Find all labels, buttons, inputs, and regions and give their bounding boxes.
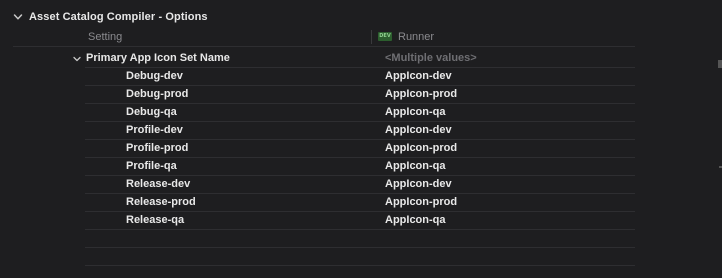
- config-value[interactable]: AppIcon-dev: [385, 124, 452, 136]
- config-name: Release-dev: [126, 178, 191, 190]
- config-row[interactable]: Debug-dev AppIcon-dev: [85, 68, 635, 86]
- column-header-setting[interactable]: Setting: [88, 31, 122, 43]
- config-row[interactable]: Profile-prod AppIcon-prod: [85, 140, 635, 158]
- config-name: Debug-dev: [126, 70, 183, 82]
- setting-row-primary-app-icon[interactable]: Primary App Icon Set Name <Multiple valu…: [73, 50, 635, 68]
- config-row[interactable]: Profile-qa AppIcon-qa: [85, 158, 635, 176]
- config-name: Debug-qa: [126, 106, 177, 118]
- section-title: Asset Catalog Compiler - Options: [29, 11, 208, 23]
- config-row[interactable]: Release-dev AppIcon-dev: [85, 176, 635, 194]
- config-row[interactable]: Release-qa AppIcon-qa: [85, 212, 635, 230]
- config-name: Release-prod: [126, 196, 196, 208]
- scroll-edge-marker: [718, 60, 722, 68]
- target-badge: DEV: [378, 32, 392, 41]
- config-name: Profile-dev: [126, 124, 183, 136]
- config-name: Release-qa: [126, 214, 185, 226]
- config-value[interactable]: AppIcon-prod: [385, 142, 457, 154]
- empty-row: [85, 248, 635, 266]
- setting-name: Primary App Icon Set Name: [86, 52, 230, 64]
- config-value[interactable]: AppIcon-qa: [385, 160, 446, 172]
- chevron-down-icon[interactable]: [73, 55, 81, 63]
- config-value[interactable]: AppIcon-prod: [385, 88, 457, 100]
- config-value[interactable]: AppIcon-dev: [385, 178, 452, 190]
- config-name: Debug-prod: [126, 88, 189, 100]
- section-header[interactable]: Asset Catalog Compiler - Options: [0, 8, 208, 26]
- config-row[interactable]: Profile-dev AppIcon-dev: [85, 122, 635, 140]
- config-row[interactable]: Debug-qa AppIcon-qa: [85, 104, 635, 122]
- settings-table: Primary App Icon Set Name <Multiple valu…: [73, 50, 635, 266]
- build-settings-panel: Asset Catalog Compiler - Options Setting…: [0, 0, 722, 278]
- config-value[interactable]: AppIcon-dev: [385, 70, 452, 82]
- column-header-runner[interactable]: Runner: [398, 31, 434, 43]
- config-value[interactable]: AppIcon-prod: [385, 196, 457, 208]
- config-value[interactable]: AppIcon-qa: [385, 214, 446, 226]
- config-row[interactable]: Release-prod AppIcon-prod: [85, 194, 635, 212]
- column-divider[interactable]: [371, 30, 372, 44]
- config-row[interactable]: Debug-prod AppIcon-prod: [85, 86, 635, 104]
- chevron-down-icon[interactable]: [13, 12, 23, 22]
- config-name: Profile-qa: [126, 160, 177, 172]
- column-header-row: Setting DEV Runner: [13, 28, 635, 47]
- setting-value[interactable]: <Multiple values>: [385, 52, 477, 64]
- config-value[interactable]: AppIcon-qa: [385, 106, 446, 118]
- empty-row: [85, 230, 635, 248]
- config-name: Profile-prod: [126, 142, 189, 154]
